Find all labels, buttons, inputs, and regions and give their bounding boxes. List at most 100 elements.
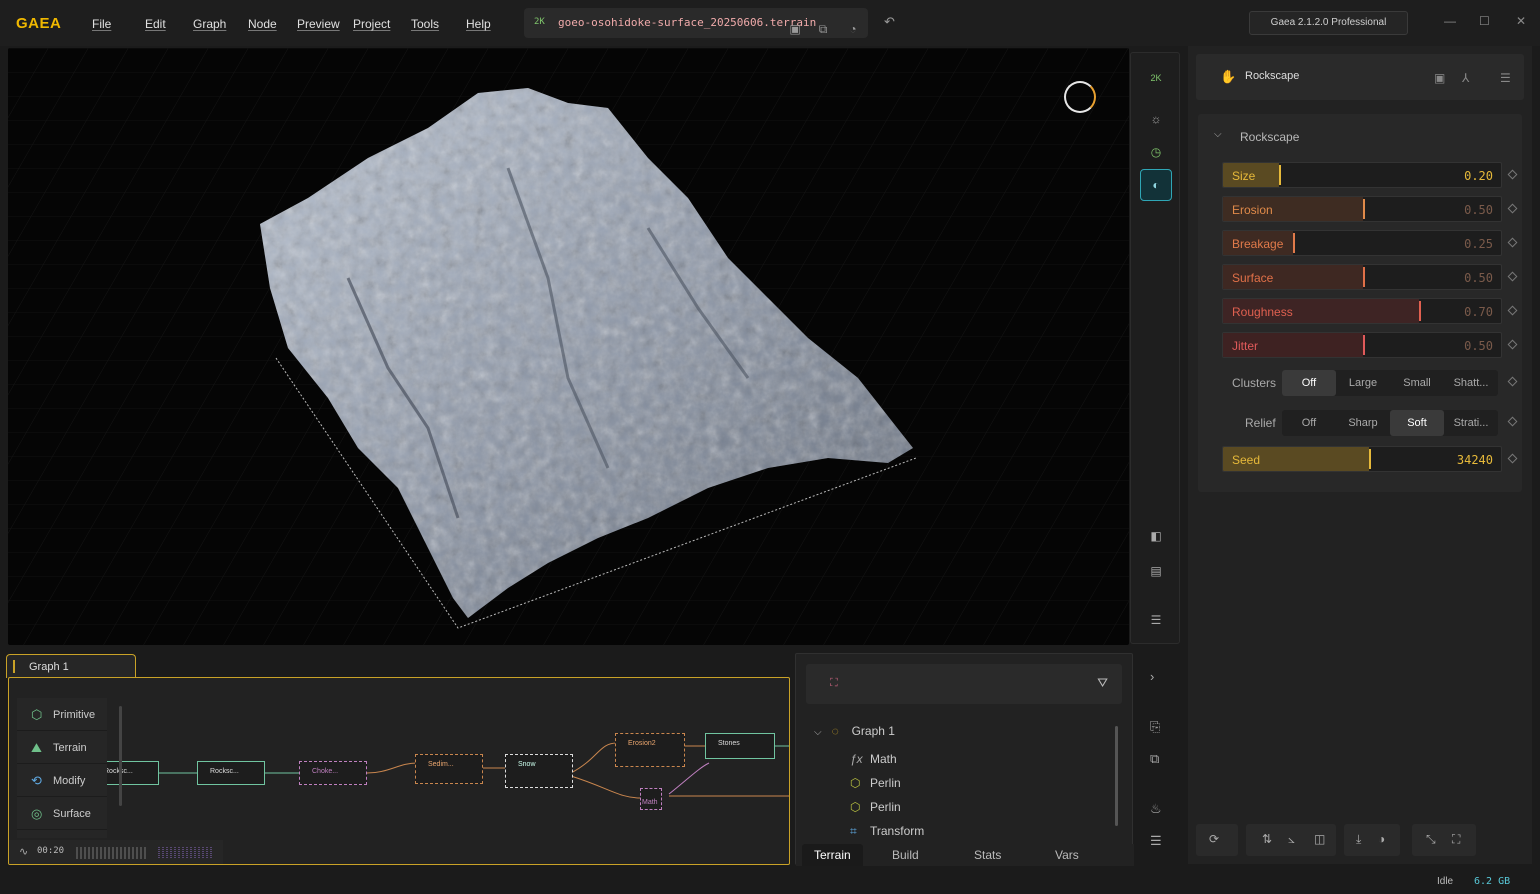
graph-node-sediment[interactable]: Sedim... — [415, 754, 483, 784]
history-icon[interactable]: ◔ — [846, 22, 860, 36]
close-icon[interactable]: ✕ — [1516, 14, 1526, 28]
slider-knob[interactable] — [1419, 301, 1421, 321]
graph-tab[interactable]: Graph 1 — [6, 654, 136, 678]
project-file-name[interactable]: goeo-osohidoke-surface_20250606.terrain — [558, 16, 816, 29]
seed-slider[interactable]: Seed 34240 — [1222, 446, 1502, 472]
clusters-option-off[interactable]: Off — [1282, 370, 1336, 396]
flame-icon[interactable]: ♨ — [1150, 801, 1162, 817]
seed-knob[interactable] — [1368, 449, 1371, 469]
resolution-badge[interactable]: 2K — [1145, 67, 1167, 89]
explorer-search[interactable]: ⛶ ⛛ — [806, 664, 1122, 704]
fullscreen-icon[interactable]: ⛶ — [1452, 832, 1460, 847]
relief-option-sharp[interactable]: Sharp — [1336, 410, 1390, 436]
keyframe-diamond-icon[interactable] — [1507, 203, 1518, 214]
flip-icon[interactable]: ⇅ — [1262, 832, 1272, 846]
clusters-option-shatter[interactable]: Shatt... — [1444, 370, 1498, 396]
graph-editor[interactable]: Rocksc... Rocksc... Choke... Sedim... Sn… — [8, 677, 790, 865]
slider-value[interactable]: 0.50 — [1464, 271, 1493, 285]
menu-tools[interactable]: Tools — [411, 17, 439, 31]
clusters-option-small[interactable]: Small — [1390, 370, 1444, 396]
project-file-box[interactable]: 2K goeo-osohidoke-surface_20250606.terra… — [524, 8, 868, 38]
save-icon[interactable]: ▣ — [788, 22, 802, 36]
graph-node-snow[interactable]: Snow — [505, 754, 573, 788]
copy-icon[interactable]: ⧉ — [816, 22, 830, 36]
tree-root-graph[interactable]: ⌵ ◌ Graph 1 — [814, 724, 895, 738]
graph-node-math[interactable]: Math — [640, 788, 662, 810]
chevron-down-icon[interactable]: ⌵ — [814, 727, 822, 738]
menu-project[interactable]: Project — [353, 17, 390, 31]
render-mode-icon[interactable]: ◷ — [1145, 141, 1167, 163]
slider-value[interactable]: 0.50 — [1464, 339, 1493, 353]
keyframe-diamond-icon[interactable] — [1507, 453, 1518, 464]
shading-toggle-icon[interactable]: ◐ — [1140, 169, 1172, 201]
slider-value[interactable]: 0.20 — [1464, 169, 1493, 183]
menu-icon[interactable]: ☰ — [1500, 71, 1511, 85]
slider-knob[interactable] — [1363, 199, 1365, 219]
keyframe-diamond-icon[interactable] — [1507, 339, 1518, 350]
drop-icon[interactable]: ⤓ — [1356, 832, 1361, 847]
slider-knob[interactable] — [1363, 267, 1365, 287]
chevron-down-icon[interactable]: ⌵ — [1214, 129, 1222, 140]
tab-vars[interactable]: Vars — [1055, 848, 1079, 862]
graph-node-choke[interactable]: Choke... — [299, 761, 367, 785]
menu-edit[interactable]: Edit — [145, 17, 166, 31]
surface-slider[interactable]: Surface 0.50 — [1222, 264, 1502, 290]
filter-icon[interactable]: ⛛ — [1097, 675, 1108, 691]
undo-icon[interactable]: ↶ — [884, 14, 895, 30]
clusters-option-large[interactable]: Large — [1336, 370, 1390, 396]
tab-build[interactable]: Build — [892, 848, 919, 862]
graph-node-rockscape-2[interactable]: Rocksc... — [197, 761, 265, 785]
breakage-slider[interactable]: Breakage 0.25 — [1222, 230, 1502, 256]
slider-value[interactable]: 0.50 — [1464, 203, 1493, 217]
jitter-slider[interactable]: Jitter 0.50 — [1222, 332, 1502, 358]
graph-node-stones[interactable]: Stones — [705, 733, 775, 759]
shrink-icon[interactable]: ⤡ — [1426, 832, 1436, 847]
size-slider[interactable]: Size 0.20 — [1222, 162, 1502, 188]
palette-scrollbar[interactable] — [119, 706, 122, 806]
graph-node-erosion2[interactable]: Erosion2 — [615, 733, 685, 767]
list-icon[interactable]: ☰ — [1150, 833, 1162, 849]
rotate-icon[interactable]: ⟳ — [1209, 832, 1219, 846]
viewport-menu-icon[interactable]: ☰ — [1145, 609, 1167, 631]
slider-knob[interactable] — [1279, 165, 1281, 185]
palette-surface[interactable]: ◎ Surface — [17, 797, 107, 830]
palette-primitive[interactable]: ⬡ Primitive — [17, 698, 107, 731]
relief-option-soft[interactable]: Soft — [1390, 410, 1444, 436]
menu-help[interactable]: Help — [466, 17, 491, 31]
slider-knob[interactable] — [1293, 233, 1295, 253]
section-title[interactable]: Rockscape — [1240, 130, 1299, 144]
split-view-icon[interactable]: ◧ — [1145, 525, 1167, 547]
tree-item-math[interactable]: ƒx Math — [850, 752, 897, 766]
menu-preview[interactable]: Preview — [297, 17, 340, 31]
tab-terrain[interactable]: Terrain — [802, 844, 863, 866]
tree-item-transform[interactable]: ⌗ Transform — [850, 824, 924, 839]
keyframe-diamond-icon[interactable] — [1507, 169, 1518, 180]
relief-option-off[interactable]: Off — [1282, 410, 1336, 436]
menu-node[interactable]: Node — [248, 17, 277, 31]
preview-icon[interactable]: ▣ — [1434, 71, 1445, 85]
slider-value[interactable]: 0.70 — [1464, 305, 1493, 319]
keyframe-diamond-icon[interactable] — [1507, 376, 1518, 387]
contrast-icon[interactable]: ◑ — [1378, 832, 1385, 846]
roughness-slider[interactable]: Roughness 0.70 — [1222, 298, 1502, 324]
keyframe-diamond-icon[interactable] — [1507, 271, 1518, 282]
explorer-scrollbar[interactable] — [1115, 726, 1118, 826]
keyframe-diamond-icon[interactable] — [1507, 305, 1518, 316]
frame-icon[interactable]: ▤ — [1145, 560, 1167, 582]
node-title[interactable]: Rockscape — [1245, 70, 1299, 82]
axes-icon[interactable]: ⅄ — [1462, 71, 1469, 85]
keyframe-diamond-icon[interactable] — [1507, 237, 1518, 248]
slope-icon[interactable]: ⦣ — [1288, 832, 1295, 847]
seed-value[interactable]: 34240 — [1457, 453, 1493, 467]
maximize-icon[interactable]: ☐ — [1479, 14, 1490, 28]
slider-value[interactable]: 0.25 — [1464, 237, 1493, 251]
keyframe-diamond-icon[interactable] — [1507, 416, 1518, 427]
search-icon[interactable]: ⛶ — [830, 677, 838, 690]
tree-item-perlin-1[interactable]: ⬡ Perlin — [850, 776, 901, 790]
palette-terrain[interactable]: ⛰ Terrain — [17, 731, 107, 764]
mirror-icon[interactable]: ◫ — [1314, 832, 1325, 846]
chevron-right-icon[interactable]: › — [1150, 669, 1154, 684]
node-tree-icon[interactable]: ⧉ — [1150, 751, 1159, 767]
terrain-viewport[interactable] — [8, 48, 1129, 645]
tab-stats[interactable]: Stats — [974, 848, 1001, 862]
